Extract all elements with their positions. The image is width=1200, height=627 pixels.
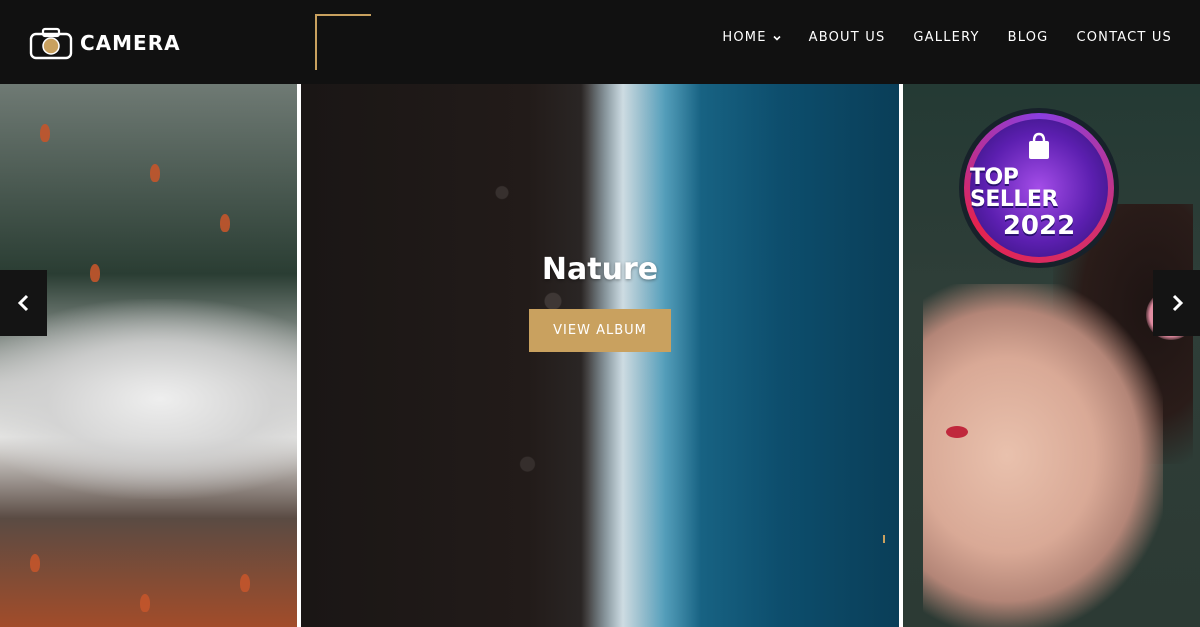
top-seller-badge: TOP SELLER 2022 [959,108,1119,268]
badge-inner: TOP SELLER 2022 [970,119,1108,257]
badge-line1: TOP SELLER [970,165,1058,212]
prev-slide-button[interactable] [0,270,47,336]
nav-item-gallery[interactable]: GALLERY [913,30,979,45]
slide-coast-image[interactable] [301,84,899,627]
tree-icon [140,594,150,612]
shopping-bag-icon [1029,132,1049,159]
tree-icon [150,164,160,182]
next-slide-button[interactable] [1153,270,1200,336]
view-album-button[interactable]: VIEW ALBUM [529,309,671,352]
tree-icon [240,574,250,592]
main-nav: HOME ABOUT US GALLERY BLOG CONTACT US [722,30,1172,45]
nav-item-label: BLOG [1007,30,1049,45]
surf-layer [581,84,701,627]
frame-corner-bottom-right [883,535,885,543]
badge-line2: 2022 [1002,211,1076,241]
nav-item-label: GALLERY [913,30,980,45]
tree-icon [40,124,50,142]
camera-logo-icon [29,27,73,60]
lips-shape [946,426,968,438]
nav-item-home[interactable]: HOME [722,30,781,45]
nav-item-about[interactable]: ABOUT US [809,30,886,45]
slide-forest-image[interactable] [0,84,297,627]
nav-item-label: HOME [722,30,767,45]
nav-item-label: ABOUT US [808,30,886,45]
chevron-down-icon [773,35,781,41]
frame-corner-top-left [315,14,371,70]
logo[interactable]: CAMERA [28,26,181,60]
chevron-left-icon [17,294,28,312]
site-header: CAMERA HOME ABOUT US GALLERY BLOG CONTAC… [0,0,1200,84]
tree-icon [30,554,40,572]
logo-text: CAMERA [80,31,181,55]
nav-item-blog[interactable]: BLOG [1008,30,1049,45]
chevron-right-icon [1172,294,1183,312]
nav-item-contact[interactable]: CONTACT US [1076,30,1172,45]
nav-item-label: CONTACT US [1076,30,1172,45]
tree-icon [90,264,100,282]
face-layer [923,284,1163,627]
badge-ring: TOP SELLER 2022 [964,113,1114,263]
slide-title: Nature [541,252,659,287]
tree-icon [220,214,230,232]
